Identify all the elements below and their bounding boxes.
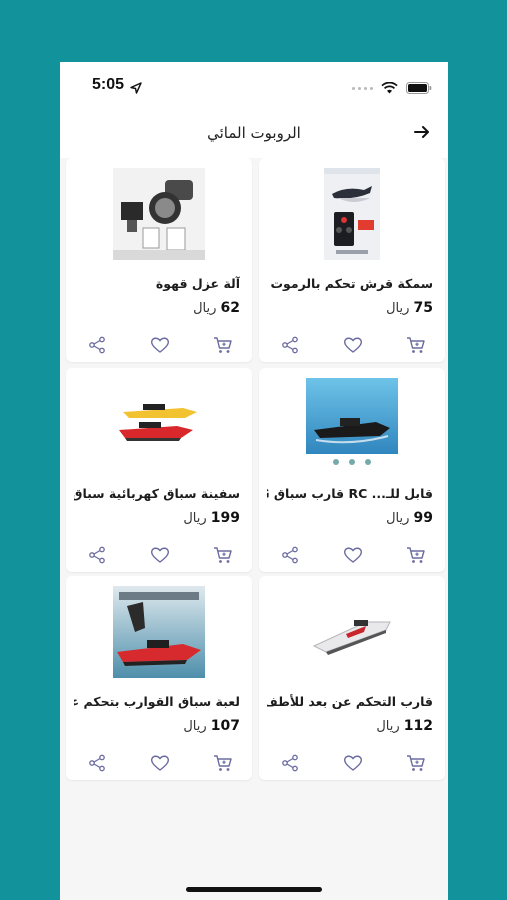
card-actions bbox=[66, 752, 252, 776]
cart-icon[interactable] bbox=[405, 334, 427, 356]
heart-icon[interactable] bbox=[342, 334, 364, 356]
phone-screen: 5:05 الروبوت المائي سمكة قرش تحكم بالرمو… bbox=[60, 62, 448, 900]
product-price: 99 ريال bbox=[386, 510, 433, 526]
product-name[interactable]: لعبة سباق القوارب بتحكم عن... bbox=[74, 694, 240, 709]
currency-label: ريال bbox=[183, 719, 207, 734]
product-price: 112 ريال bbox=[376, 718, 433, 734]
product-card[interactable]: قارب التحكم عن بعد للأطف... RC 112 ريال bbox=[259, 576, 445, 780]
price-value: 62 bbox=[220, 300, 240, 316]
product-name[interactable]: سمكة قرش تحكم بالرموت كو... bbox=[267, 276, 433, 291]
currency-label: ريال bbox=[386, 301, 410, 316]
currency-label: ريال bbox=[376, 719, 400, 734]
product-name[interactable]: قارب التحكم عن بعد للأطف... RC bbox=[267, 694, 433, 709]
card-actions bbox=[259, 752, 445, 776]
battery-icon bbox=[406, 79, 432, 98]
product-card[interactable]: آلة عزل قهوة 62 ريال bbox=[66, 158, 252, 362]
card-actions bbox=[66, 334, 252, 358]
price-value: 75 bbox=[413, 300, 433, 316]
location-arrow-icon bbox=[130, 79, 142, 98]
product-image-black-boat bbox=[306, 378, 398, 470]
currency-label: ريال bbox=[386, 511, 410, 526]
page-title: الروبوت المائي bbox=[207, 124, 301, 142]
heart-icon[interactable] bbox=[342, 752, 364, 774]
product-name[interactable]: قابل للـ... RC قارب سباق 2.4G bbox=[267, 486, 433, 501]
status-bar: 5:05 bbox=[60, 62, 448, 110]
price-value: 99 bbox=[413, 510, 433, 526]
cart-icon[interactable] bbox=[212, 544, 234, 566]
product-price: 62 ريال bbox=[193, 300, 240, 316]
product-card[interactable]: سفينة سباق كهربائية سباق ...R 199 ريال bbox=[66, 368, 252, 572]
product-image-white-boat bbox=[306, 586, 398, 678]
share-icon[interactable] bbox=[279, 752, 301, 774]
product-image-red-boat-controller bbox=[113, 586, 205, 678]
currency-label: ريال bbox=[183, 511, 207, 526]
cart-icon[interactable] bbox=[405, 752, 427, 774]
signal-dots-icon bbox=[352, 87, 373, 90]
heart-icon[interactable] bbox=[342, 544, 364, 566]
share-icon[interactable] bbox=[86, 752, 108, 774]
product-card[interactable]: لعبة سباق القوارب بتحكم عن... 107 ريال bbox=[66, 576, 252, 780]
product-image-shark bbox=[306, 168, 398, 260]
product-card[interactable]: سمكة قرش تحكم بالرموت كو... 75 ريال bbox=[259, 158, 445, 362]
cart-icon[interactable] bbox=[405, 544, 427, 566]
heart-icon[interactable] bbox=[149, 544, 171, 566]
share-icon[interactable] bbox=[279, 544, 301, 566]
price-value: 107 bbox=[210, 718, 240, 734]
heart-icon[interactable] bbox=[149, 334, 171, 356]
product-card[interactable]: قابل للـ... RC قارب سباق 2.4G 99 ريال bbox=[259, 368, 445, 572]
product-price: 199 ريال bbox=[183, 510, 240, 526]
card-actions bbox=[259, 544, 445, 568]
app-header: الروبوت المائي bbox=[60, 110, 448, 158]
product-image-coffee-machine bbox=[113, 168, 205, 260]
home-indicator[interactable] bbox=[186, 887, 322, 892]
card-actions bbox=[259, 334, 445, 358]
card-actions bbox=[66, 544, 252, 568]
cart-icon[interactable] bbox=[212, 752, 234, 774]
product-name[interactable]: سفينة سباق كهربائية سباق ...R bbox=[74, 486, 240, 501]
currency-label: ريال bbox=[193, 301, 217, 316]
heart-icon[interactable] bbox=[149, 752, 171, 774]
back-arrow-icon[interactable] bbox=[414, 124, 430, 144]
share-icon[interactable] bbox=[86, 334, 108, 356]
product-price: 75 ريال bbox=[386, 300, 433, 316]
status-time: 5:05 bbox=[92, 76, 125, 93]
product-name[interactable]: آلة عزل قهوة bbox=[74, 276, 240, 291]
product-price: 107 ريال bbox=[183, 718, 240, 734]
wifi-icon bbox=[381, 79, 398, 98]
price-value: 112 bbox=[403, 718, 433, 734]
product-image-race-boats bbox=[113, 378, 205, 470]
price-value: 199 bbox=[210, 510, 240, 526]
share-icon[interactable] bbox=[279, 334, 301, 356]
cart-icon[interactable] bbox=[212, 334, 234, 356]
share-icon[interactable] bbox=[86, 544, 108, 566]
